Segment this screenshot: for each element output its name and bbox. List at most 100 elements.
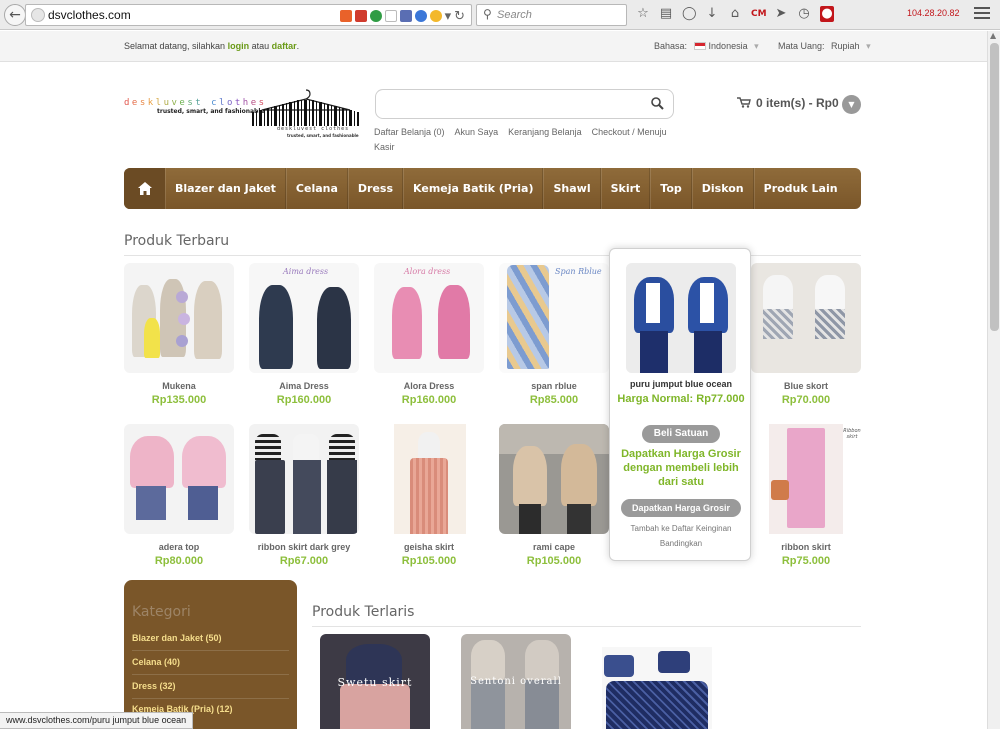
chevron-down-icon[interactable]: ▼ [842, 95, 861, 114]
product-image[interactable] [499, 424, 609, 534]
cart-summary[interactable]: 0 item(s) - Rp0 [737, 96, 839, 110]
extension-green-icon[interactable] [369, 10, 382, 22]
product-card[interactable]: Blue skort Rp70.000 [751, 263, 861, 406]
reload-icon[interactable]: ↻ [454, 9, 465, 24]
address-text[interactable]: dsvclothes.com [48, 8, 131, 22]
bestseller-image[interactable] [602, 647, 712, 729]
extension-flag-icon[interactable] [384, 10, 397, 22]
mata-uang-value[interactable]: Rupiah [831, 41, 860, 51]
sidebar-item-blazer[interactable]: Blazer dan Jaket (50) [132, 633, 289, 651]
page-scrollbar[interactable]: ▲ [987, 31, 1000, 729]
compare-link[interactable]: Bandingkan [610, 539, 752, 548]
product-card[interactable]: geisha skirt Rp105.000 [374, 424, 484, 567]
extension-red-icon[interactable] [354, 10, 367, 22]
product-name[interactable]: Aima Dress [249, 381, 359, 391]
sidebar-item-dress[interactable]: Dress (32) [132, 681, 289, 699]
product-card[interactable]: ribbon skirt dark grey Rp67.000 [249, 424, 359, 567]
nav-item-shawl[interactable]: Shawl [543, 168, 601, 209]
reading-list-icon[interactable]: ▤ [659, 6, 673, 22]
product-card[interactable]: Alora dress Alora Dress Rp160.000 [374, 263, 484, 406]
product-image[interactable] [124, 263, 234, 373]
download-icon[interactable]: ↓ [705, 6, 719, 22]
product-name[interactable]: ribbon skirt [751, 542, 861, 552]
product-image[interactable] [249, 424, 359, 534]
bookmark-star-icon[interactable]: ☆ [636, 6, 650, 22]
nav-item-top[interactable]: Top [650, 168, 692, 209]
nav-item-kemeja-batik[interactable]: Kemeja Batik (Pria) [403, 168, 544, 209]
nav-item-blazer[interactable]: Blazer dan Jaket [165, 168, 286, 209]
product-card[interactable]: adera top Rp80.000 [124, 424, 234, 567]
wishlist-link[interactable]: Tambah ke Daftar Keinginan [610, 524, 752, 533]
product-price: Rp160.000 [276, 394, 332, 406]
popup-product-name[interactable]: puru jumput blue ocean [610, 379, 752, 389]
product-card[interactable]: rami cape Rp105.000 [499, 424, 609, 567]
search-icon[interactable] [651, 97, 664, 110]
product-image[interactable]: Alora dress [374, 263, 484, 373]
site-search-input[interactable] [375, 89, 674, 119]
product-image[interactable]: Aima dress [249, 263, 359, 373]
beli-satuan-button[interactable]: Beli Satuan [642, 425, 720, 443]
language-selector[interactable]: Bahasa: Indonesia ▾ [654, 41, 759, 52]
login-link[interactable]: login [228, 41, 250, 51]
home-icon[interactable]: ⌂ [728, 6, 742, 22]
site-logo[interactable]: deskluvest clothes trusted, smart, and f… [124, 86, 360, 140]
extension-yellow-icon[interactable] [429, 10, 442, 22]
product-card[interactable]: Aima dress Aima Dress Rp160.000 [249, 263, 359, 406]
product-quickview-popup[interactable]: puru jumput blue ocean Harga Normal: Rp7… [609, 248, 751, 561]
daftar-belanja-link[interactable]: Daftar Belanja (0) [374, 127, 445, 137]
product-image[interactable] [751, 263, 861, 373]
bestseller-image[interactable]: Sentoni overall [461, 634, 571, 729]
nav-item-produk-lain[interactable]: Produk Lain [753, 168, 847, 209]
sidebar-item-celana[interactable]: Celana (40) [132, 657, 289, 675]
nav-home[interactable] [124, 168, 165, 209]
scroll-up-icon[interactable]: ▲ [990, 31, 996, 40]
nav-item-skirt[interactable]: Skirt [600, 168, 651, 209]
nav-item-diskon[interactable]: Diskon [691, 168, 754, 209]
chevron-down-icon[interactable]: ▾ [754, 41, 759, 51]
extension-orange-icon[interactable] [339, 10, 352, 22]
product-name[interactable]: geisha skirt [374, 542, 484, 552]
bahasa-value[interactable]: Indonesia [709, 41, 748, 51]
extension-blue-icon[interactable] [414, 10, 427, 22]
back-arrow-icon[interactable]: ← [4, 4, 26, 26]
hamburger-menu-icon[interactable] [974, 7, 990, 21]
product-name[interactable]: ribbon skirt dark grey [249, 542, 359, 552]
product-name[interactable]: adera top [124, 542, 234, 552]
akun-saya-link[interactable]: Akun Saya [455, 127, 499, 137]
history-icon[interactable]: ◷ [797, 6, 811, 22]
product-price: Rp67.000 [279, 555, 329, 567]
scroll-thumb[interactable] [990, 43, 999, 331]
nav-item-celana[interactable]: Celana [285, 168, 348, 209]
dropdown-arrow-icon[interactable]: ▾ [445, 9, 452, 24]
address-bar[interactable]: dsvclothes.com ▾ ↻ [25, 4, 472, 26]
extension-camera-icon[interactable]: ● [820, 6, 834, 22]
product-image[interactable] [374, 424, 484, 534]
chevron-down-icon[interactable]: ▾ [866, 41, 871, 51]
atau-text: atau [251, 41, 270, 51]
bestseller-overlay-text: Swetu skirt [337, 676, 413, 689]
product-name[interactable]: span rblue [499, 381, 609, 391]
cart-text[interactable]: 0 item(s) - Rp0 [756, 96, 839, 110]
product-card[interactable]: Ribbon skirt ribbon skirt Rp75.000 [751, 424, 861, 567]
product-image[interactable]: Span Rblue [499, 263, 609, 373]
nav-item-dress[interactable]: Dress [347, 168, 404, 209]
keranjang-belanja-link[interactable]: Keranjang Belanja [508, 127, 582, 137]
product-card[interactable]: Mukena Rp135.000 [124, 263, 234, 406]
product-name[interactable]: rami cape [499, 542, 609, 552]
product-image[interactable]: Ribbon skirt [751, 424, 861, 534]
pocket-icon[interactable]: ◯ [682, 6, 697, 22]
product-image[interactable] [124, 424, 234, 534]
product-card[interactable]: Span Rblue span rblue Rp85.000 [499, 263, 609, 406]
product-name[interactable]: Alora Dress [374, 381, 484, 391]
product-name[interactable]: Blue skort [751, 381, 861, 391]
product-name[interactable]: Mukena [124, 381, 234, 391]
grosir-button[interactable]: Dapatkan Harga Grosir [621, 499, 741, 517]
daftar-link[interactable]: daftar [272, 41, 297, 51]
bestseller-image[interactable]: Swetu skirt [320, 634, 430, 729]
extension-php-icon[interactable] [399, 10, 412, 22]
browser-search-box[interactable]: ⚲ Search [476, 4, 627, 26]
send-icon[interactable]: ➤ [774, 6, 788, 22]
currency-selector[interactable]: Mata Uang: Rupiah ▾ [778, 41, 871, 52]
extension-cm-icon[interactable]: CM [751, 6, 767, 22]
popup-product-image[interactable] [626, 263, 736, 373]
